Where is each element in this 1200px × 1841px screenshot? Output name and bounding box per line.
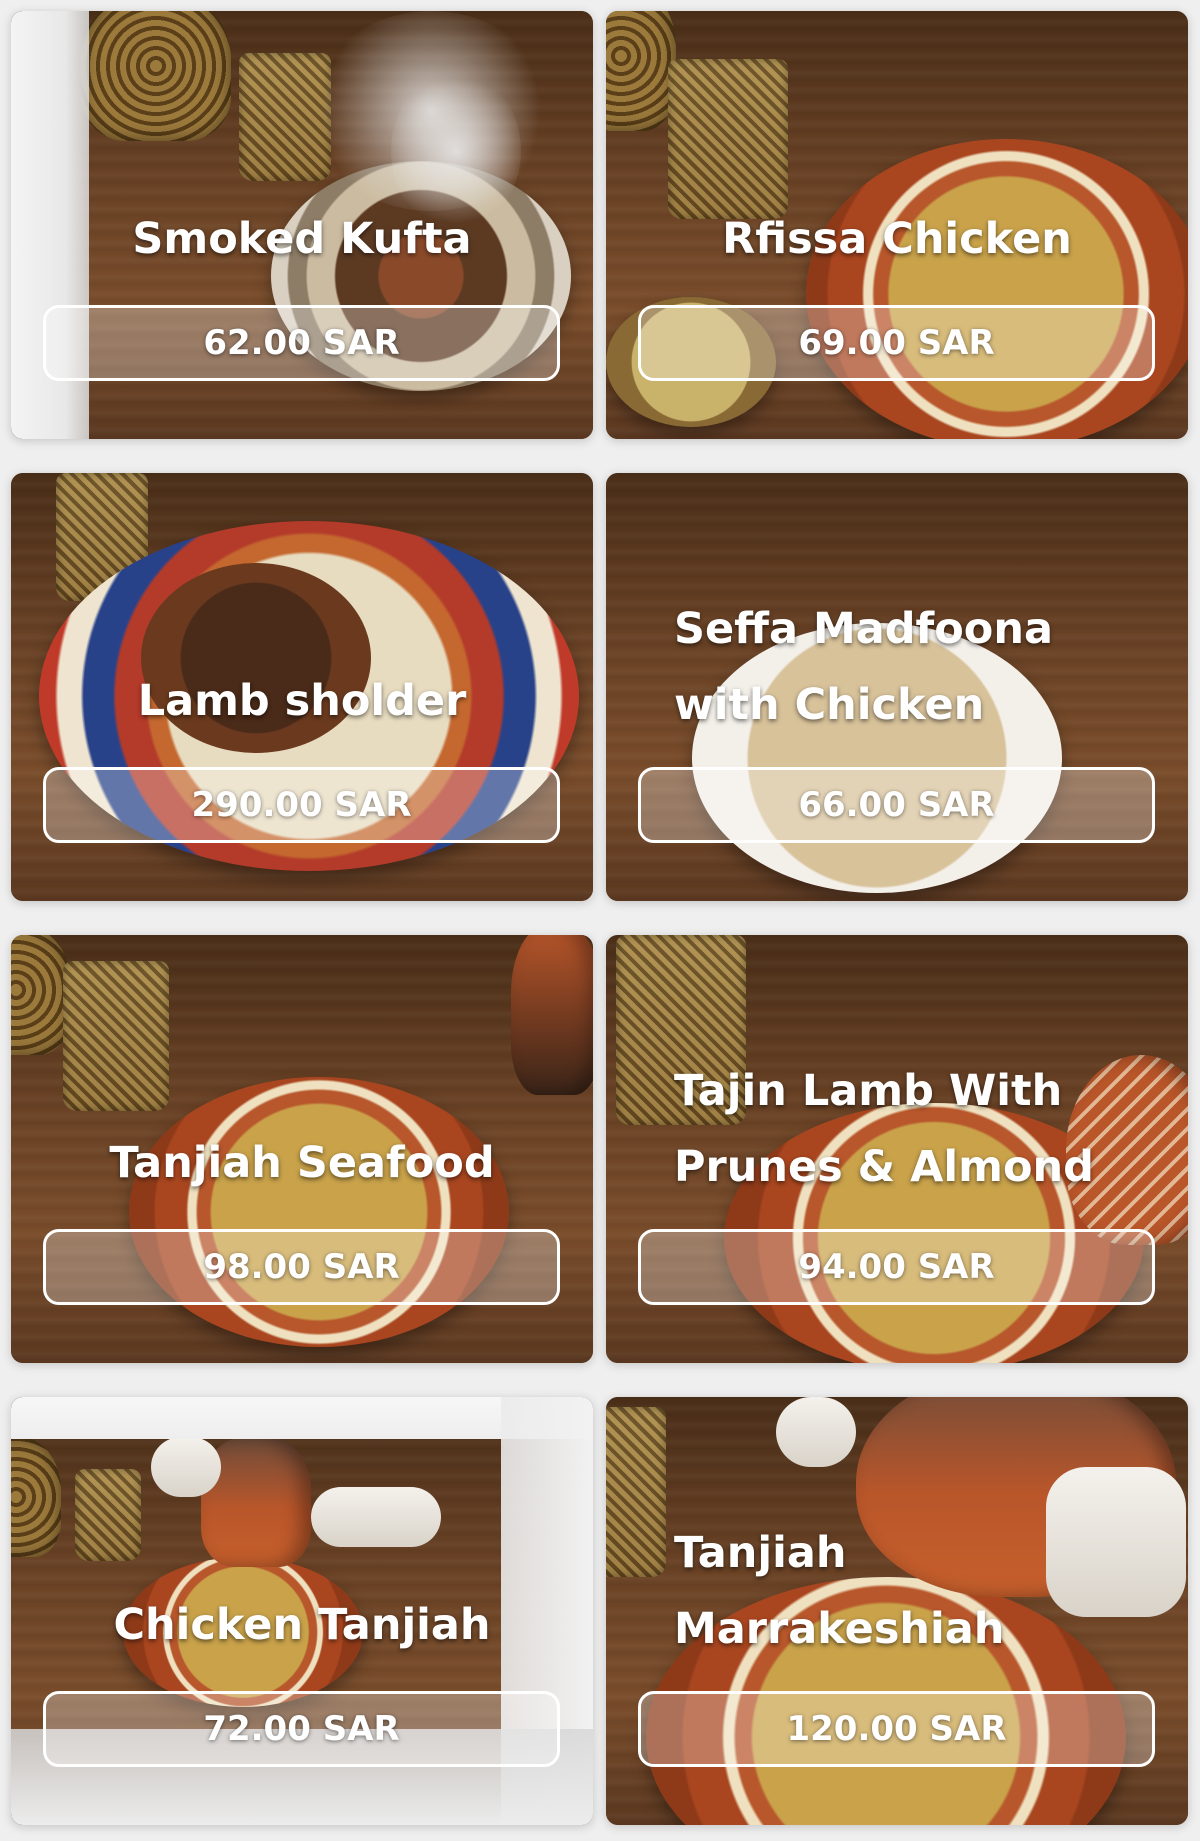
- price-button[interactable]: 98.00 SAR: [43, 1229, 560, 1305]
- menu-item-card-tanjiah-marrakeshiah[interactable]: Tanjiah Marrakeshiah 120.00 SAR: [606, 1397, 1188, 1825]
- dish-name-line-2: with Chicken: [674, 680, 985, 730]
- menu-item-card-smoked-kufta[interactable]: Smoked Kufta 62.00 SAR: [11, 11, 593, 439]
- dish-name: Tajin Lamb With Prunes & Almond: [674, 1053, 1094, 1205]
- menu-item-card-rfissa-chicken[interactable]: Rfissa Chicken 69.00 SAR: [606, 11, 1188, 439]
- price-button[interactable]: 66.00 SAR: [638, 767, 1155, 843]
- menu-item-card-lamb-sholder[interactable]: Lamb sholder 290.00 SAR: [11, 473, 593, 901]
- dish-name: Lamb sholder: [137, 676, 467, 726]
- menu-item-card-tanjiah-seafood[interactable]: Tanjiah Seafood 98.00 SAR: [11, 935, 593, 1363]
- dish-name: Rfissa Chicken: [722, 214, 1072, 264]
- menu-grid: Smoked Kufta 62.00 SAR Rfissa Chicken 69…: [0, 0, 1200, 1841]
- dish-name: Chicken Tanjiah: [113, 1600, 491, 1650]
- menu-item-card-tajin-lamb-prunes[interactable]: Tajin Lamb With Prunes & Almond 94.00 SA…: [606, 935, 1188, 1363]
- price-button[interactable]: 290.00 SAR: [43, 767, 560, 843]
- dish-name: Tanjiah Marrakeshiah: [674, 1515, 1004, 1667]
- price-button[interactable]: 72.00 SAR: [43, 1691, 560, 1767]
- dish-name-line-1: Tajin Lamb With: [674, 1066, 1063, 1116]
- price-button[interactable]: 120.00 SAR: [638, 1691, 1155, 1767]
- price-button[interactable]: 94.00 SAR: [638, 1229, 1155, 1305]
- price-button[interactable]: 69.00 SAR: [638, 305, 1155, 381]
- dish-name-line-1: Seffa Madfoona: [674, 604, 1053, 654]
- price-button[interactable]: 62.00 SAR: [43, 305, 560, 381]
- dish-name: Tanjiah Seafood: [109, 1138, 495, 1188]
- dish-name-line-2: Marrakeshiah: [674, 1604, 1005, 1654]
- dish-name: Seffa Madfoona with Chicken: [674, 591, 1053, 743]
- menu-item-card-chicken-tanjiah[interactable]: Chicken Tanjiah 72.00 SAR: [11, 1397, 593, 1825]
- dish-name: Smoked Kufta: [132, 214, 472, 264]
- dish-name-line-1: Tanjiah: [674, 1528, 847, 1578]
- menu-item-card-seffa-madfoona[interactable]: Seffa Madfoona with Chicken 66.00 SAR: [606, 473, 1188, 901]
- dish-name-line-2: Prunes & Almond: [674, 1142, 1094, 1192]
